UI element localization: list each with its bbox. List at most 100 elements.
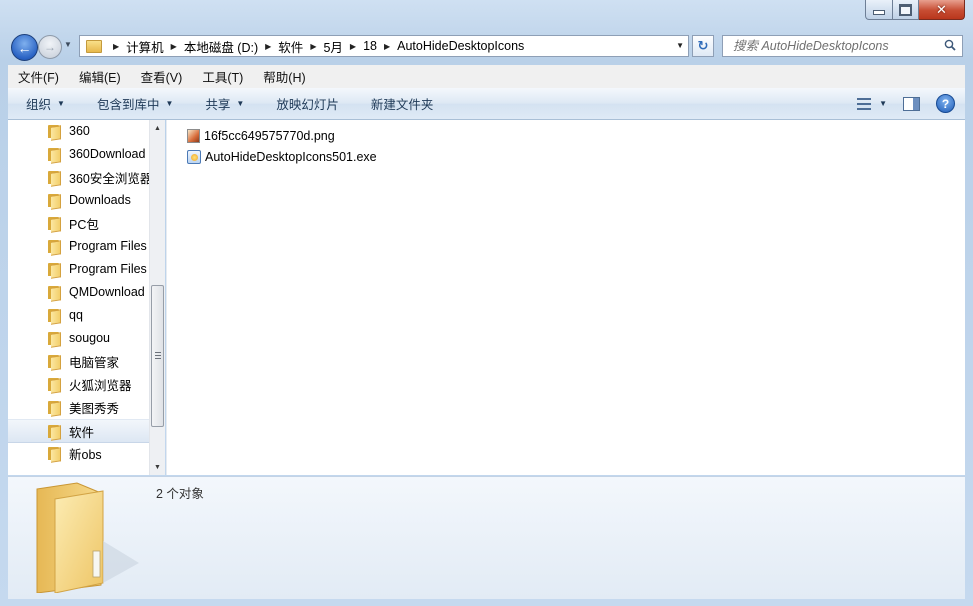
organize-button[interactable]: 组织 ▼ xyxy=(8,94,81,113)
breadcrumb-month[interactable]: 5月 xyxy=(323,37,342,56)
refresh-button[interactable]: ↻ xyxy=(692,35,714,57)
tree-item-label: 360Download xyxy=(69,147,146,161)
folder-icon xyxy=(48,170,64,187)
tree-item-label: 软件 xyxy=(69,425,95,440)
menu-help[interactable]: 帮助(H) xyxy=(253,67,315,86)
close-button[interactable]: ✕ xyxy=(919,0,965,20)
tree-item-program-files-x86[interactable]: Program Files xyxy=(8,258,149,280)
navigation-bar: ← → ▼ ▶ 计算机 ▶ 本地磁盘 (D:) ▶ 软件 ▶ 5月 ▶ 18 ▶… xyxy=(0,32,973,62)
minimize-button[interactable] xyxy=(865,0,893,20)
view-options-dropdown-icon[interactable]: ▼ xyxy=(879,99,887,108)
search-icon[interactable] xyxy=(944,39,956,51)
file-item-exe[interactable]: AutoHideDesktopIcons501.exe xyxy=(187,147,377,167)
maximize-button[interactable] xyxy=(893,0,919,20)
close-icon: ✕ xyxy=(936,1,947,17)
folder-icon xyxy=(48,377,64,394)
view-controls: ▼ ? xyxy=(857,88,955,119)
address-bar[interactable]: ▶ 计算机 ▶ 本地磁盘 (D:) ▶ 软件 ▶ 5月 ▶ 18 ▶ AutoH… xyxy=(79,35,689,57)
tree-item-downloads[interactable]: Downloads xyxy=(8,189,149,211)
dropdown-arrow-icon: ▼ xyxy=(165,99,174,108)
file-name: 16f5cc649575770d.png xyxy=(204,129,335,143)
file-item-png[interactable]: 16f5cc649575770d.png xyxy=(187,126,335,146)
exe-file-icon xyxy=(187,150,201,164)
tree-item-qq[interactable]: qq xyxy=(8,304,149,326)
refresh-icon: ↻ xyxy=(697,38,709,53)
tree-item-label: Program Files xyxy=(69,262,147,276)
menu-tools[interactable]: 工具(T) xyxy=(192,67,253,86)
file-list: 16f5cc649575770d.png AutoHideDesktopIcon… xyxy=(166,120,965,475)
scroll-up-icon[interactable]: ▲ xyxy=(150,120,165,136)
folder-icon xyxy=(48,147,64,164)
folder-icon xyxy=(48,446,64,463)
file-name: AutoHideDesktopIcons501.exe xyxy=(205,150,377,164)
folder-icon xyxy=(48,262,64,279)
search-input[interactable] xyxy=(731,38,945,54)
tree-item-label: 电脑管家 xyxy=(69,355,120,370)
tree-item-label: 美图秀秀 xyxy=(69,401,120,416)
maximize-icon xyxy=(899,3,912,16)
preview-pane-icon[interactable] xyxy=(903,96,920,111)
change-view-icon[interactable] xyxy=(857,97,872,110)
recent-pages-dropdown[interactable]: ▼ xyxy=(64,40,72,49)
large-folder-icon xyxy=(36,482,139,593)
menu-file[interactable]: 文件(F) xyxy=(8,67,69,86)
address-dropdown-icon[interactable]: ▼ xyxy=(676,41,684,50)
navigation-scrollbar[interactable]: ▲ ▼ xyxy=(149,120,165,475)
tree-item-360-browser[interactable]: 360安全浏览器 xyxy=(8,166,149,188)
breadcrumb-current-folder[interactable]: AutoHideDesktopIcons xyxy=(397,39,524,53)
include-in-library-button[interactable]: 包含到库中 ▼ xyxy=(81,94,189,113)
organize-label: 组织 xyxy=(26,98,52,112)
minimize-icon xyxy=(873,10,885,15)
menu-view[interactable]: 查看(V) xyxy=(131,67,193,86)
explorer-window: ✕ ← → ▼ ▶ 计算机 ▶ 本地磁盘 (D:) ▶ 软件 ▶ 5月 ▶ 18… xyxy=(0,0,973,606)
slideshow-label: 放映幻灯片 xyxy=(276,98,339,112)
folder-icon xyxy=(48,424,64,441)
menu-edit[interactable]: 编辑(E) xyxy=(69,67,131,86)
breadcrumb-computer[interactable]: 计算机 xyxy=(126,37,164,56)
grip-icon xyxy=(154,352,161,360)
dropdown-arrow-icon: ▼ xyxy=(57,99,65,108)
tree-item-pc-package[interactable]: PC包 xyxy=(8,212,149,234)
folder-icon xyxy=(48,239,64,256)
menu-bar: 文件(F) 编辑(E) 查看(V) 工具(T) 帮助(H) xyxy=(8,65,965,89)
new-folder-button[interactable]: 新建文件夹 xyxy=(355,94,450,113)
scrollbar-thumb[interactable] xyxy=(151,285,164,427)
breadcrumb-separator-icon[interactable]: ▶ xyxy=(310,42,316,51)
include-in-library-label: 包含到库中 xyxy=(96,98,160,112)
share-button[interactable]: 共享 ▼ xyxy=(189,94,260,113)
tree-item-label: PC包 xyxy=(69,217,99,232)
folder-icon xyxy=(48,308,64,325)
breadcrumb-separator-icon[interactable]: ▶ xyxy=(384,42,390,51)
new-folder-label: 新建文件夹 xyxy=(370,98,434,112)
tree-item-label: sougou xyxy=(69,331,111,345)
tree-item-qmdownload[interactable]: QMDownload xyxy=(8,281,149,303)
tree-item-pc-manager[interactable]: 电脑管家 xyxy=(8,350,149,372)
breadcrumb-separator-icon[interactable]: ▶ xyxy=(350,42,356,51)
breadcrumb-day[interactable]: 18 xyxy=(363,39,377,53)
back-button[interactable]: ← xyxy=(11,34,38,61)
folder-icon xyxy=(48,331,64,348)
tree-item-360download[interactable]: 360Download xyxy=(8,143,149,165)
tree-item-sougou[interactable]: sougou xyxy=(8,327,149,349)
folder-icon xyxy=(86,39,102,53)
breadcrumb-separator-icon[interactable]: ▶ xyxy=(113,42,119,51)
tree-item-label: Program Files xyxy=(69,239,147,253)
forward-button[interactable]: → xyxy=(38,35,62,59)
tree-item-meitu[interactable]: 美图秀秀 xyxy=(8,396,149,418)
search-box xyxy=(722,35,963,57)
tree-item-software[interactable]: 软件 xyxy=(8,419,149,443)
help-icon[interactable]: ? xyxy=(936,94,955,113)
tree-item-program-files[interactable]: Program Files xyxy=(8,235,149,257)
item-count: 2 个对象 xyxy=(156,487,204,501)
tree-item-label: QMDownload xyxy=(69,285,145,299)
breadcrumb-drive[interactable]: 本地磁盘 (D:) xyxy=(184,37,258,56)
navigation-pane: 360 360Download 360安全浏览器 Downloads PC包 P… xyxy=(8,120,149,475)
scroll-down-icon[interactable]: ▼ xyxy=(150,459,165,475)
slideshow-button[interactable]: 放映幻灯片 xyxy=(260,94,355,113)
tree-item-360[interactable]: 360 xyxy=(8,120,149,142)
breadcrumb-separator-icon[interactable]: ▶ xyxy=(171,42,177,51)
breadcrumb-separator-icon[interactable]: ▶ xyxy=(265,42,271,51)
tree-item-firefox[interactable]: 火狐浏览器 xyxy=(8,373,149,395)
tree-item-new-obs[interactable]: 新obs xyxy=(8,442,149,464)
breadcrumb-software[interactable]: 软件 xyxy=(278,37,303,56)
